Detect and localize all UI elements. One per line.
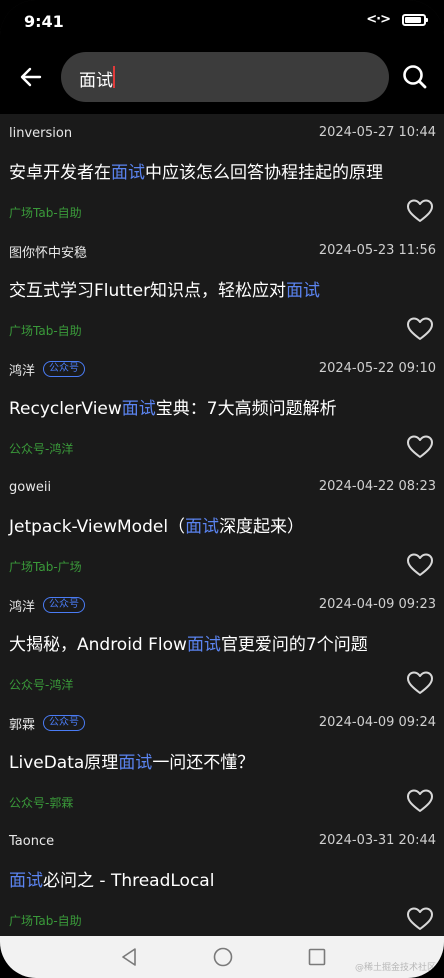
heart-outline-icon[interactable] xyxy=(406,198,434,224)
title-segment: 安卓开发者在 xyxy=(9,163,111,183)
list-item[interactable]: 鸿洋 公众号 2024-04-09 09:23 大揭秘，Android Flow面试官… xyxy=(0,586,444,704)
title-segment: 一问还不懂？ xyxy=(152,753,255,773)
article-title[interactable]: 交互式学习Flutter知识点，轻松应对面试 xyxy=(9,276,436,301)
search-input[interactable]: 面试 xyxy=(61,52,389,102)
article-source: 广场Tab-广场 xyxy=(9,560,82,574)
back-button[interactable] xyxy=(14,60,48,94)
list-item[interactable]: goweii 2024-04-22 08:23 Jetpack-ViewModel（… xyxy=(0,468,444,586)
article-source: 公众号-鸿洋 xyxy=(9,678,74,692)
item-meta: linversion 2024-05-27 10:44 xyxy=(9,123,436,143)
status-icons: <·> xyxy=(366,12,428,27)
heart-outline-icon[interactable] xyxy=(406,788,434,814)
account-badge: 公众号 xyxy=(43,361,86,377)
account-badge: 公众号 xyxy=(43,715,86,731)
search-button[interactable] xyxy=(398,60,432,94)
list-item[interactable]: 郭霖 公众号 2024-04-09 09:24 LiveData原理面试一问还不懂？ 公… xyxy=(0,704,444,822)
article-source: 广场Tab-自助 xyxy=(9,206,82,220)
heart-outline-icon[interactable] xyxy=(406,906,434,932)
keyword-highlight: 面试 xyxy=(121,399,156,419)
battery-icon xyxy=(402,13,428,26)
article-title[interactable]: 面试必问之 - ThreadLocal xyxy=(9,866,436,891)
title-segment: 官更爱问的7个问题 xyxy=(220,635,368,655)
item-meta: 图你怀中安稳 2024-05-23 11:56 xyxy=(9,241,436,261)
publish-date: 2024-04-09 09:23 xyxy=(318,597,436,612)
heart-outline-icon[interactable] xyxy=(406,316,434,342)
publish-date: 2024-04-22 08:23 xyxy=(318,479,436,494)
status-bar: 9:41 <·> xyxy=(0,0,444,44)
watermark: @稀土掘金技术社区 xyxy=(354,963,436,973)
list-item[interactable]: 鸿洋 公众号 2024-05-22 09:10 RecyclerView面试宝典：7大… xyxy=(0,350,444,468)
keyword-highlight: 面试 xyxy=(111,163,145,183)
title-segment: Jetpack-ViewModel（ xyxy=(9,517,186,537)
item-meta: 鸿洋 公众号 2024-05-22 09:10 xyxy=(9,359,436,379)
publish-date: 2024-03-31 20:44 xyxy=(318,833,436,848)
item-meta: Taonce 2024-03-31 20:44 xyxy=(9,831,436,851)
author-name[interactable]: 鸿洋 xyxy=(9,596,35,615)
account-badge: 公众号 xyxy=(43,597,86,613)
publish-date: 2024-05-27 10:44 xyxy=(318,125,436,140)
author-name[interactable]: linversion xyxy=(9,126,72,141)
item-meta: 郭霖 公众号 2024-04-09 09:24 xyxy=(9,713,436,733)
arrow-left-icon xyxy=(20,67,42,87)
title-segment: LiveData原理 xyxy=(9,753,119,773)
search-input-value: 面试 xyxy=(79,71,113,91)
keyword-highlight: 面试 xyxy=(9,871,43,891)
author-name[interactable]: 图你怀中安稳 xyxy=(9,242,87,261)
author-name[interactable]: 郭霖 xyxy=(9,714,35,733)
article-source: 公众号-鸿洋 xyxy=(9,442,74,456)
title-segment: RecyclerView xyxy=(9,399,122,419)
author-name[interactable]: Taonce xyxy=(9,834,54,849)
circle-home-icon[interactable] xyxy=(212,946,234,968)
author-name[interactable]: 鸿洋 xyxy=(9,360,35,379)
list-item[interactable]: linversion 2024-05-27 10:44 安卓开发者在面试中应该怎么回… xyxy=(0,114,444,232)
list-item[interactable]: Taonce 2024-03-31 20:44 面试必问之 - ThreadLoca… xyxy=(0,822,444,940)
heart-outline-icon[interactable] xyxy=(406,434,434,460)
keyword-highlight: 面试 xyxy=(286,281,321,301)
publish-date: 2024-05-23 11:56 xyxy=(318,243,436,258)
title-segment: 交互式学习Flutter知识点，轻松应对 xyxy=(9,281,287,301)
article-title[interactable]: Jetpack-ViewModel（面试深度起来） xyxy=(9,512,436,537)
title-segment: 中应该怎么回答协程挂起的原理 xyxy=(145,163,383,183)
article-source: 广场Tab-自助 xyxy=(9,914,82,928)
title-segment: 深度起来） xyxy=(219,517,305,537)
keyword-highlight: 面试 xyxy=(118,753,153,773)
app-frame: 9:41 <·> 面试 linversion 2024-05-27 10:44 安卓… xyxy=(0,0,444,978)
article-title[interactable]: 大揭秘，Android Flow面试官更爱问的7个问题 xyxy=(9,630,436,655)
keyword-highlight: 面试 xyxy=(185,517,220,537)
article-title[interactable]: RecyclerView面试宝典：7大高频问题解析 xyxy=(9,394,436,419)
list-item[interactable]: 图你怀中安稳 2024-05-23 11:56 交互式学习Flutter知识点，轻松… xyxy=(0,232,444,350)
search-header: 面试 xyxy=(0,44,444,114)
triangle-back-icon[interactable] xyxy=(118,946,140,968)
item-meta: 鸿洋 公众号 2024-04-09 09:23 xyxy=(9,595,436,615)
system-nav-bar: @稀土掘金技术社区 xyxy=(0,936,444,978)
article-source: 广场Tab-自助 xyxy=(9,324,82,338)
title-segment: 大揭秘，Android Flow xyxy=(9,635,187,655)
square-recent-icon[interactable] xyxy=(306,946,328,968)
article-title[interactable]: 安卓开发者在面试中应该怎么回答协程挂起的原理 xyxy=(9,158,436,183)
title-segment: 必问之 - ThreadLocal xyxy=(43,871,215,891)
article-list: linversion 2024-05-27 10:44 安卓开发者在面试中应该怎么回… xyxy=(0,114,444,936)
item-meta: goweii 2024-04-22 08:23 xyxy=(9,477,436,497)
heart-outline-icon[interactable] xyxy=(406,552,434,578)
article-source: 公众号-郭霖 xyxy=(9,796,74,810)
search-icon xyxy=(403,65,427,89)
article-title[interactable]: LiveData原理面试一问还不懂？ xyxy=(9,748,436,773)
publish-date: 2024-04-09 09:24 xyxy=(318,715,436,730)
text-cursor xyxy=(113,66,115,88)
heart-outline-icon[interactable] xyxy=(406,670,434,696)
keyword-highlight: 面试 xyxy=(186,635,221,655)
network-icon: <·> xyxy=(366,12,391,27)
title-segment: 宝典：7大高频问题解析 xyxy=(155,399,337,419)
publish-date: 2024-05-22 09:10 xyxy=(318,361,436,376)
author-name[interactable]: goweii xyxy=(9,480,51,495)
status-time: 9:41 xyxy=(24,12,64,31)
